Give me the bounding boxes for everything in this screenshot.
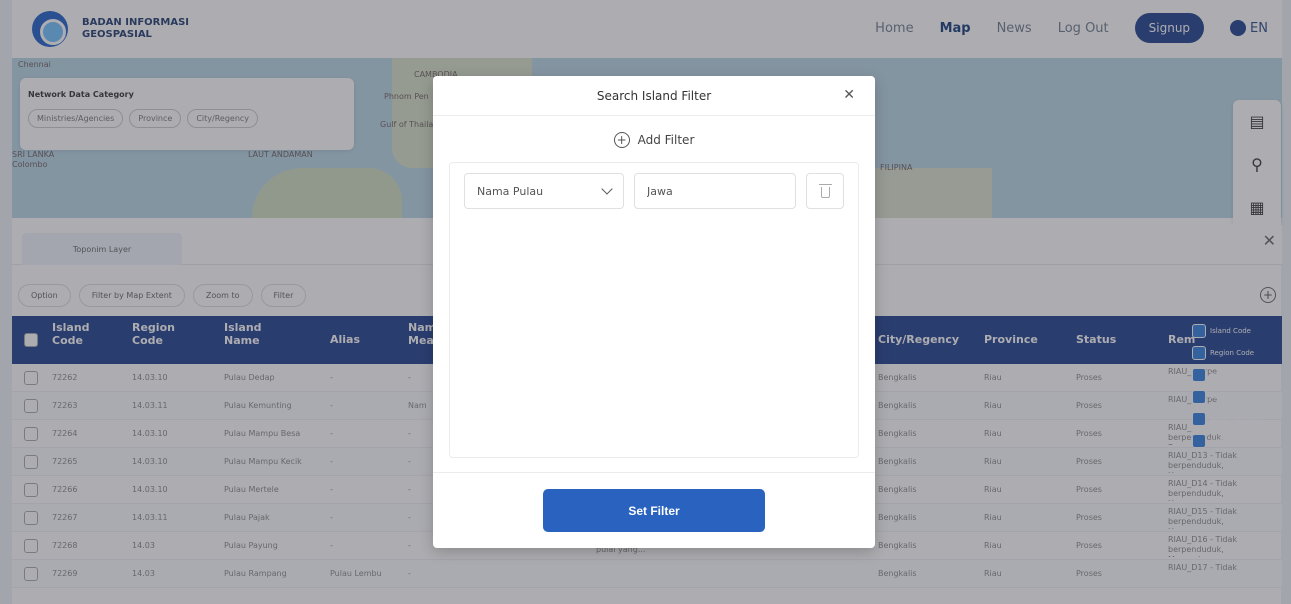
- trash-icon: [818, 184, 832, 198]
- filter-row: Nama Pulau: [464, 173, 844, 209]
- modal-header: Search Island Filter ✕: [433, 76, 875, 116]
- modal-divider: [433, 472, 875, 473]
- filter-value-input[interactable]: [634, 173, 796, 209]
- add-filter-button[interactable]: + Add Filter: [433, 132, 875, 148]
- chevron-down-icon: [601, 183, 613, 195]
- filter-field-value: Nama Pulau: [477, 184, 544, 198]
- plus-circle-icon: +: [613, 132, 630, 148]
- delete-filter-button[interactable]: [806, 173, 844, 209]
- add-filter-label: Add Filter: [637, 133, 695, 147]
- search-island-filter-modal: Search Island Filter ✕ + Add Filter Nama…: [433, 76, 875, 548]
- close-icon[interactable]: ✕: [843, 87, 855, 103]
- filter-field-select[interactable]: Nama Pulau: [464, 173, 624, 209]
- filter-list: Nama Pulau: [449, 162, 859, 458]
- modal-title: Search Island Filter: [596, 88, 712, 103]
- set-filter-button[interactable]: Set Filter: [543, 489, 765, 532]
